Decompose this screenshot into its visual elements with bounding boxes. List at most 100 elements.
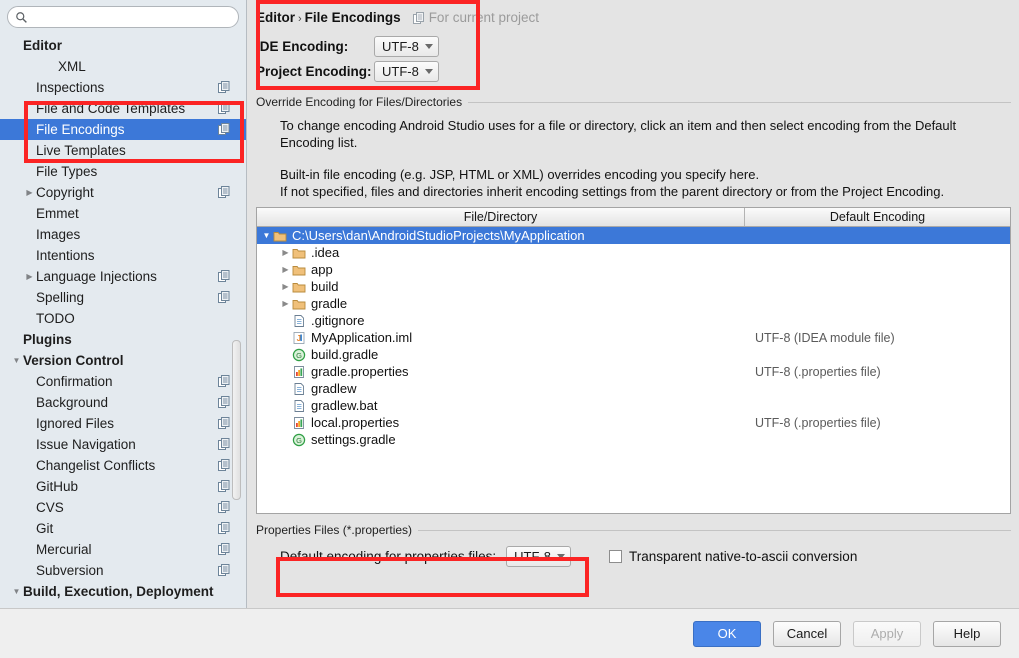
table-row[interactable]: Gbuild.gradle	[257, 346, 1010, 363]
copy-settings-icon[interactable]	[218, 186, 230, 198]
sidebar-item-plugins[interactable]: Plugins	[0, 329, 246, 350]
sidebar-item-subversion[interactable]: Subversion	[0, 560, 246, 581]
sidebar-item-background[interactable]: Background	[0, 392, 246, 413]
help-button[interactable]: Help	[933, 620, 1001, 647]
chevron-right-icon[interactable]: ▶	[279, 265, 292, 274]
sidebar-item-images[interactable]: Images	[0, 224, 246, 245]
sidebar-item-todo[interactable]: TODO	[0, 308, 246, 329]
sidebar-item-emmet[interactable]: Emmet	[0, 203, 246, 224]
sidebar-scrollbar-track[interactable]	[232, 0, 244, 608]
cancel-button[interactable]: Cancel	[773, 620, 841, 647]
file-name-label: gradlew	[311, 381, 357, 396]
sidebar-item-file-encodings[interactable]: File Encodings	[0, 119, 246, 140]
table-row[interactable]: ▶ gradle	[257, 295, 1010, 312]
copy-settings-icon[interactable]	[218, 522, 230, 534]
sidebar-item-inspections[interactable]: Inspections	[0, 77, 246, 98]
file-name-cell: ▼ C:\Users\dan\AndroidStudioProjects\MyAp…	[257, 228, 745, 243]
sidebar-item-confirmation[interactable]: Confirmation	[0, 371, 246, 392]
column-header-default-encoding[interactable]: Default Encoding	[745, 208, 1010, 226]
chevron-right-icon[interactable]: ▶	[279, 248, 292, 257]
chevron-down-icon[interactable]: ▼	[10, 350, 23, 371]
table-row[interactable]: ▶ .idea	[257, 244, 1010, 261]
chevron-right-icon[interactable]: ▶	[279, 282, 292, 291]
sidebar-item-issue-navigation[interactable]: Issue Navigation	[0, 434, 246, 455]
sidebar-item-version-control[interactable]: ▼ Version Control	[0, 350, 246, 371]
iml-module-icon: J	[293, 331, 305, 344]
sidebar-item-spelling[interactable]: Spelling	[0, 287, 246, 308]
table-row[interactable]: gradle.properties UTF-8 (.properties file…	[257, 363, 1010, 380]
table-row[interactable]: ▶ build	[257, 278, 1010, 295]
sidebar-item-editor[interactable]: Editor	[0, 35, 246, 56]
copy-settings-icon[interactable]	[218, 81, 230, 93]
copy-settings-icon[interactable]	[218, 102, 230, 114]
table-row[interactable]: .gitignore	[257, 312, 1010, 329]
default-encoding-cell[interactable]: UTF-8 (.properties file)	[745, 365, 881, 379]
breadcrumb-root[interactable]: Editor	[256, 10, 295, 25]
sidebar-item-github[interactable]: GitHub	[0, 476, 246, 497]
dialog-button-bar: OK Cancel Apply Help	[0, 608, 1019, 658]
copy-settings-icon[interactable]	[218, 501, 230, 513]
file-name-label: .gitignore	[311, 313, 365, 328]
transparent-ascii-label[interactable]: Transparent native-to-ascii conversion	[629, 549, 857, 564]
chevron-right-icon[interactable]: ▶	[279, 299, 292, 308]
copy-settings-icon[interactable]	[218, 459, 230, 471]
copy-settings-icon[interactable]	[218, 270, 230, 282]
copy-settings-icon[interactable]	[218, 480, 230, 492]
sidebar-item-cvs[interactable]: CVS	[0, 497, 246, 518]
table-row[interactable]: gradlew	[257, 380, 1010, 397]
sidebar-item-label: Ignored Files	[36, 416, 115, 431]
settings-category-tree[interactable]: Editor XML Inspections File and Code Templa…	[0, 32, 246, 602]
file-name-label: gradle	[311, 296, 348, 311]
sidebar-item-changelist-conflicts[interactable]: Changelist Conflicts	[0, 455, 246, 476]
table-row[interactable]: Gsettings.gradle	[257, 431, 1010, 448]
chevron-right-icon[interactable]: ▶	[23, 266, 36, 287]
table-row[interactable]: J MyApplication.iml UTF-8 (IDEA module fil…	[257, 329, 1010, 346]
default-encoding-cell[interactable]: UTF-8 (IDEA module file)	[745, 331, 895, 345]
default-encoding-cell[interactable]: UTF-8 (.properties file)	[745, 416, 881, 430]
copy-settings-icon[interactable]	[218, 417, 230, 429]
sidebar-item-ignored-files[interactable]: Ignored Files	[0, 413, 246, 434]
sidebar-item-intentions[interactable]: Intentions	[0, 245, 246, 266]
copy-settings-icon[interactable]	[218, 375, 230, 387]
chevron-down-icon	[424, 69, 433, 74]
sidebar-item-file-types[interactable]: File Types	[0, 161, 246, 182]
column-header-file-directory[interactable]: File/Directory	[257, 208, 745, 226]
apply-button[interactable]: Apply	[853, 620, 921, 647]
sidebar-item-label: Copyright	[36, 185, 94, 200]
table-row[interactable]: ▶ app	[257, 261, 1010, 278]
file-name-cell: Gsettings.gradle	[257, 432, 745, 447]
properties-encoding-dropdown[interactable]: UTF-8	[506, 545, 571, 567]
sidebar-item-mercurial[interactable]: Mercurial	[0, 539, 246, 560]
file-encoding-table[interactable]: File/Directory Default Encoding ▼ C:\User…	[256, 207, 1011, 514]
sidebar-item-copyright[interactable]: ▶ Copyright	[0, 182, 246, 203]
chevron-right-icon[interactable]: ▶	[23, 182, 36, 203]
project-encoding-row: Project Encoding: UTF-8	[256, 59, 1019, 84]
search-input[interactable]	[32, 8, 222, 26]
project-encoding-dropdown[interactable]: UTF-8	[374, 61, 439, 82]
sidebar-item-label: Images	[36, 227, 81, 242]
search-box[interactable]	[7, 6, 239, 28]
copy-settings-icon[interactable]	[218, 123, 230, 135]
table-row[interactable]: local.properties UTF-8 (.properties file)	[257, 414, 1010, 431]
copy-settings-icon[interactable]	[218, 291, 230, 303]
table-row[interactable]: ▼ C:\Users\dan\AndroidStudioProjects\MyAp…	[257, 227, 1010, 244]
transparent-ascii-checkbox[interactable]	[608, 549, 622, 563]
chevron-down-icon[interactable]: ▼	[10, 581, 23, 602]
sidebar-item-build-execution-deployment[interactable]: ▼ Build, Execution, Deployment	[0, 581, 246, 602]
file-icon	[294, 399, 304, 412]
ok-button[interactable]: OK	[693, 620, 761, 647]
sidebar-item-label: Intentions	[36, 248, 95, 263]
table-row[interactable]: gradlew.bat	[257, 397, 1010, 414]
copy-settings-icon[interactable]	[218, 396, 230, 408]
copy-settings-icon[interactable]	[218, 438, 230, 450]
copy-settings-icon[interactable]	[218, 564, 230, 576]
sidebar-item-language-injections[interactable]: ▶ Language Injections	[0, 266, 246, 287]
sidebar-item-live-templates[interactable]: Live Templates	[0, 140, 246, 161]
sidebar-item-xml[interactable]: XML	[0, 56, 246, 77]
sidebar-item-git[interactable]: Git	[0, 518, 246, 539]
chevron-down-icon[interactable]: ▼	[260, 231, 273, 240]
copy-settings-icon[interactable]	[218, 543, 230, 555]
ide-encoding-dropdown[interactable]: UTF-8	[374, 36, 439, 57]
sidebar-item-file-and-code-templates[interactable]: File and Code Templates	[0, 98, 246, 119]
sidebar-scrollbar-thumb[interactable]	[232, 340, 241, 500]
